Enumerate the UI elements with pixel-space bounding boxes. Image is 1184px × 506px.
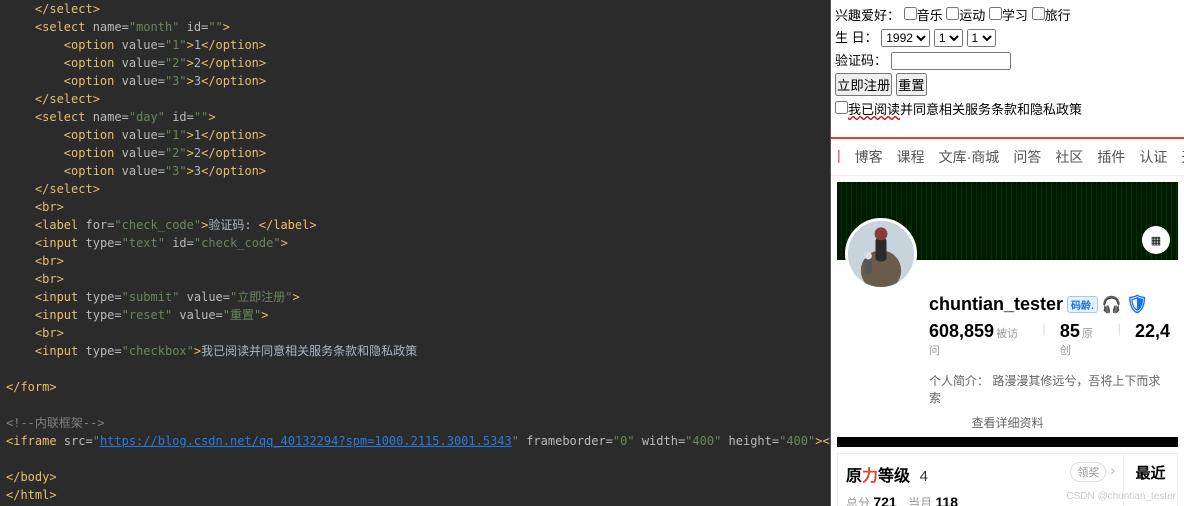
headset-icon[interactable]: 🎧 <box>1102 295 1122 315</box>
nav-cert[interactable]: 认证 <box>1139 147 1167 167</box>
hobby-label: 兴趣爱好： <box>835 8 900 23</box>
year-select[interactable]: 1992 <box>881 29 930 47</box>
watermark: CSDN @chuntian_tester <box>1066 491 1176 502</box>
hobby-sport-checkbox[interactable] <box>946 7 959 20</box>
terms-text-b: 并同意相关服务条款和隐私政策 <box>900 102 1082 117</box>
force-level: 4 <box>920 468 928 485</box>
captcha-label: 验证码： <box>835 53 887 68</box>
month-select[interactable]: 1 <box>934 29 963 47</box>
stats-row: 608,859被访问 | 85原创 | 22,4 <box>929 321 1170 358</box>
black-strip <box>837 437 1178 447</box>
view-detail-link[interactable]: 查看详细资料 <box>837 414 1178 431</box>
nav-blog[interactable]: 博客 <box>855 147 883 167</box>
preview-pane: 兴趣爱好： 音乐 运动 学习 旅行 生 日： 1992 1 1 验证码： 我已阅… <box>830 0 1184 506</box>
nav-course[interactable]: 课程 <box>897 147 925 167</box>
code-editor[interactable]: </select> <select name="month" id=""> <o… <box>0 0 830 506</box>
captcha-row: 验证码： <box>835 50 1180 70</box>
birthday-label: 生 日： <box>835 30 878 45</box>
hobby-music-checkbox[interactable] <box>904 7 917 20</box>
iframe-src-link[interactable]: https://blog.csdn.net/qq_40132294?spm=10… <box>100 434 512 448</box>
qr-icon[interactable]: ▦ <box>1142 226 1170 254</box>
rendered-form: 兴趣爱好： 音乐 运动 学习 旅行 生 日： 1992 1 1 验证码： 我已阅… <box>831 0 1184 129</box>
username-row: chuntian_tester 码龄. 🎧 🛡 <box>929 294 1170 315</box>
visits-number: 608,859 <box>929 321 994 341</box>
birthday-row: 生 日： 1992 1 1 <box>835 27 1180 47</box>
username[interactable]: chuntian_tester <box>929 294 1063 315</box>
captcha-input[interactable] <box>891 52 1011 70</box>
profile-card: ▦ chuntian_tester 码龄. 🎧 🛡 608,859被访问 | 8… <box>837 182 1178 431</box>
hobby-study-checkbox[interactable] <box>989 7 1002 20</box>
rank-number: 22,4 <box>1135 321 1170 341</box>
force-title: 原力等级 <box>846 468 910 485</box>
month-score: 118 <box>935 494 958 506</box>
cert-icon: 🛡 <box>1126 294 1149 315</box>
hobby-row: 兴趣爱好： 音乐 运动 学习 旅行 <box>835 5 1180 24</box>
claim-button[interactable]: 领奖 <box>1070 462 1106 482</box>
avatar[interactable] <box>845 218 917 290</box>
original-number: 85 <box>1060 321 1080 341</box>
nav-community[interactable]: 社区 <box>1055 147 1083 167</box>
terms-checkbox[interactable] <box>835 101 848 114</box>
submit-button[interactable] <box>835 73 892 96</box>
comment: <!--内联框架--> <box>6 416 105 430</box>
reset-button[interactable] <box>896 73 927 96</box>
nav-plugin[interactable]: 插件 <box>1097 147 1125 167</box>
csdn-nav: | 博客 课程 文库·商城 问答 社区 插件 认证 开 <box>831 139 1184 176</box>
day-select[interactable]: 1 <box>967 29 996 47</box>
nav-qa[interactable]: 问答 <box>1013 147 1041 167</box>
chevron-right-icon[interactable]: › <box>1110 462 1115 478</box>
nav-wenku[interactable]: 文库·商城 <box>939 147 1000 167</box>
bio-text: 个人简介： 路漫漫其修远兮，吾将上下而求索 <box>837 372 1178 406</box>
tag: </select> <box>35 2 100 16</box>
hobby-travel-checkbox[interactable] <box>1032 7 1045 20</box>
terms-text-a: 我已阅读 <box>848 102 900 117</box>
total-score: 721 <box>873 494 896 506</box>
age-badge: 码龄. <box>1067 296 1098 313</box>
